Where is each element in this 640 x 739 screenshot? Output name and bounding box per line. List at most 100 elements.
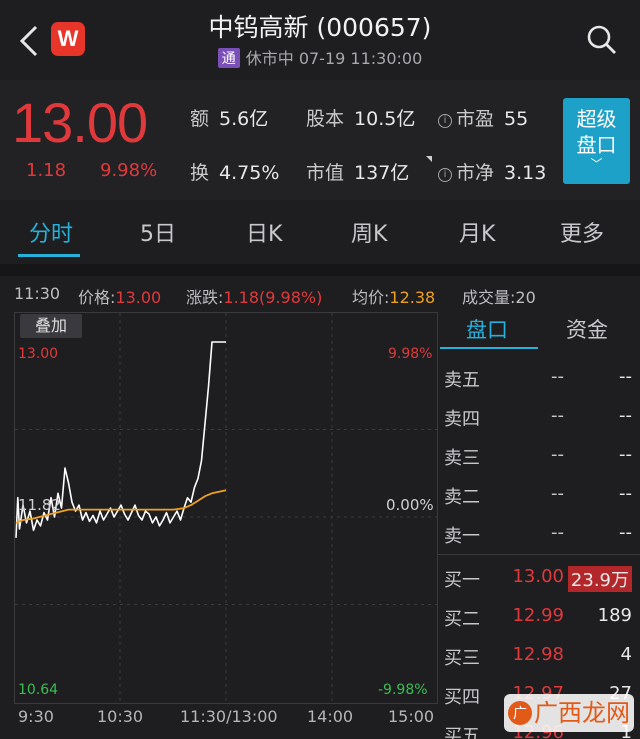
orderbook-separator <box>438 554 640 555</box>
time-label: 9:30 <box>18 707 54 726</box>
orderbook-volume: -- <box>619 522 632 543</box>
orderbook-volume: -- <box>619 405 632 426</box>
orderbook-volume: 4 <box>620 644 632 665</box>
bid-row[interactable]: 买三 12.98 4 <box>438 638 640 676</box>
orderbook-level-label: 卖二 <box>444 487 480 508</box>
last-price: 13.00 <box>12 91 148 154</box>
orderbook-volume: 23.9万 <box>567 566 632 592</box>
tab-capital-flow[interactable]: 资金 <box>566 314 608 344</box>
stat-share-capital: 股本 10.5亿 <box>306 104 415 131</box>
orderbook-price: 13.00 <box>512 566 564 587</box>
market-status: 通休市中 07-19 11:30:00 <box>0 45 640 69</box>
super-button-line1: 超级 <box>576 107 617 131</box>
ask-row[interactable]: 卖一 -- -- <box>438 516 640 554</box>
orderbook-volume: -- <box>619 366 632 387</box>
bid-row[interactable]: 买一 13.00 23.9万 <box>438 560 640 598</box>
time-label: 15:00 <box>388 707 435 726</box>
chart-tabs: 分时 5日 日K 周K 月K 更多 <box>0 206 640 262</box>
orderbook-level-label: 买一 <box>444 570 480 591</box>
orderbook-price: 12.99 <box>512 605 564 626</box>
tab-monthly-k[interactable]: 月K <box>459 216 495 248</box>
info-price-value: 13.00 <box>115 288 162 307</box>
stat-value: 55 <box>504 108 529 130</box>
ask-row[interactable]: 卖四 -- -- <box>438 399 640 437</box>
pct-label-top: 9.98% <box>388 346 433 362</box>
stat-label: 额 <box>190 108 210 130</box>
stat-value: 4.75% <box>219 162 280 184</box>
pct-label-bottom: -9.98% <box>378 682 428 698</box>
intraday-chart[interactable] <box>14 312 438 704</box>
tab-intraday[interactable]: 分时 <box>29 216 73 248</box>
tab-daily-k[interactable]: 日K <box>246 216 282 248</box>
search-icon[interactable] <box>586 24 618 56</box>
stat-value: 10.5亿 <box>354 108 416 130</box>
tab-5day[interactable]: 5日 <box>140 216 176 248</box>
super-button-line2: 盘口 <box>576 133 617 157</box>
price-change-pct: 9.98% <box>100 160 158 181</box>
info-volume-label: 成交量: <box>462 288 516 307</box>
info-change-label: 涨跌: <box>186 288 224 307</box>
info-volume-value: 20 <box>515 288 536 307</box>
info-change: 涨跌:1.18(9.98%) <box>186 284 322 308</box>
stat-turnover-rate: 换 4.75% <box>190 158 279 185</box>
orderbook-price: -- <box>551 522 564 543</box>
tab-more[interactable]: 更多 <box>560 216 604 248</box>
ask-row[interactable]: 卖二 -- -- <box>438 477 640 515</box>
svg-text:广: 广 <box>513 706 527 722</box>
price-change: 1.18 <box>26 160 67 181</box>
info-change-value: 1.18(9.98%) <box>223 288 323 307</box>
watermark-logo: 广 广西龙网 <box>504 694 634 732</box>
active-tab-indicator <box>18 254 80 257</box>
stat-label: 股本 <box>306 108 345 130</box>
orderbook-price: -- <box>551 444 564 465</box>
orderbook-price: -- <box>551 483 564 504</box>
price-label-mid: 11.82 <box>18 496 61 514</box>
stat-market-cap[interactable]: 市值 137亿 <box>306 158 409 185</box>
info-avg-label: 均价: <box>352 288 390 307</box>
price-label-top: 13.00 <box>18 346 59 362</box>
orderbook-level-label: 卖一 <box>444 526 480 547</box>
stat-label: 市净 <box>456 162 495 184</box>
info-price: 价格:13.00 <box>78 284 161 308</box>
orderbook-level-label: 买五 <box>444 726 480 739</box>
info-time: 11:30 <box>14 284 61 303</box>
ask-row[interactable]: 卖五 -- -- <box>438 360 640 398</box>
orderbook-level-label: 买四 <box>444 687 480 708</box>
orderbook-level-label: 卖三 <box>444 448 480 469</box>
stat-pb[interactable]: i 市净 3.13 <box>438 158 546 185</box>
orderbook-level-label: 卖五 <box>444 370 480 391</box>
price-label-bottom: 10.64 <box>18 682 59 698</box>
section-divider <box>0 264 640 276</box>
info-avg: 均价:12.38 <box>352 284 435 308</box>
bid-row[interactable]: 买二 12.99 189 <box>438 599 640 637</box>
orderbook-level-label: 卖四 <box>444 409 480 430</box>
stat-label: 换 <box>190 162 210 184</box>
time-label: 10:30 <box>97 707 144 726</box>
orderbook-volume: -- <box>619 444 632 465</box>
stat-value: 3.13 <box>504 162 547 184</box>
info-volume: 成交量:20 <box>462 284 536 308</box>
info-icon: i <box>438 114 452 128</box>
tab-orderbook[interactable]: 盘口 <box>466 314 508 344</box>
orderbook-level-label: 买三 <box>444 648 480 669</box>
corner-triangle-icon <box>426 156 432 162</box>
stat-value: 137亿 <box>354 162 410 184</box>
overlay-button[interactable]: 叠加 <box>20 314 82 338</box>
crosshair-info: 11:30 价格:13.00 涨跌:1.18(9.98%) 均价:12.38 成… <box>0 280 640 310</box>
super-orderbook-button[interactable]: 超级 盘口 ﹀ <box>563 98 630 184</box>
market-status-text: 休市中 07-19 11:30:00 <box>245 49 423 68</box>
orderbook-price: -- <box>551 366 564 387</box>
pct-label-mid: 0.00% <box>386 496 434 514</box>
tab-weekly-k[interactable]: 周K <box>351 216 387 248</box>
time-label: 11:30/13:00 <box>180 707 278 726</box>
connect-badge: 通 <box>217 48 240 68</box>
info-avg-value: 12.38 <box>389 288 436 307</box>
orderbook-tab-indicator <box>440 347 538 349</box>
top-bar: W 中钨高新 (000657) 通休市中 07-19 11:30:00 <box>0 0 640 80</box>
ask-row[interactable]: 卖三 -- -- <box>438 438 640 476</box>
orderbook-price: 12.98 <box>512 644 564 665</box>
chevron-down-icon: ﹀ <box>590 157 603 171</box>
stat-pe[interactable]: i 市盈 55 <box>438 104 528 131</box>
orderbook-price: -- <box>551 405 564 426</box>
orderbook-volume: 189 <box>597 605 632 626</box>
